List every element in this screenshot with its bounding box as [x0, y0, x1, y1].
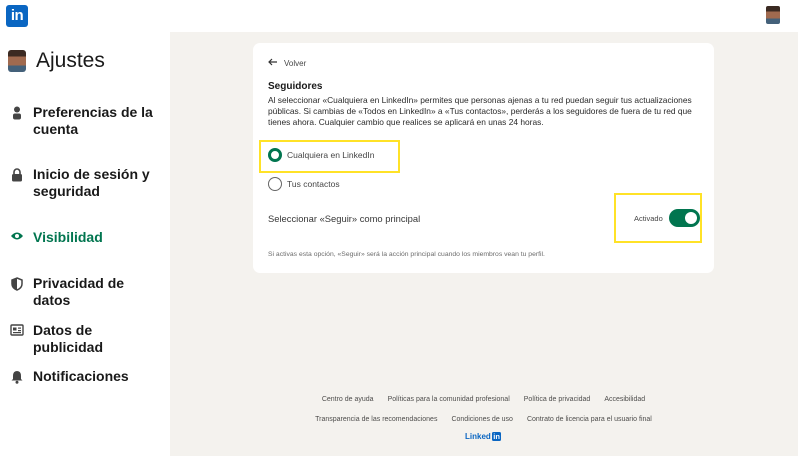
top-bar: in [0, 0, 798, 32]
sidebar-title: Ajustes [36, 49, 105, 72]
sidebar-item-visibility[interactable]: Visibilidad [0, 229, 170, 246]
sidebar-item-label: Datos de publicidad [33, 322, 103, 355]
footer-link-terms-of-use[interactable]: Condiciones de uso [451, 416, 513, 423]
highlight-box-option [259, 140, 400, 173]
footer-logo-word: Linked [465, 432, 491, 441]
sidebar-item-sign-in-security[interactable]: Inicio de sesión y seguridad [0, 166, 170, 200]
footer-links-row-1: Centro de ayuda Políticas para la comuni… [253, 396, 714, 403]
sidebar-item-account-preferences[interactable]: Preferencias de la cuenta [0, 104, 170, 138]
sidebar-item-label: Visibilidad [33, 229, 103, 245]
arrow-left-icon [268, 58, 278, 68]
footer-link-accessibility[interactable]: Accesibilidad [604, 396, 645, 403]
sidebar-item-label: Notificaciones [33, 368, 129, 384]
footer-link-recommendation-transparency[interactable]: Transparencia de las recomendaciones [315, 416, 437, 423]
sidebar-item-label: Inicio de sesión y seguridad [33, 166, 150, 199]
option-your-connections[interactable]: Tus contactos [268, 177, 340, 191]
sidebar-avatar [8, 50, 26, 72]
sidebar-item-advertising-data[interactable]: Datos de publicidad [0, 322, 170, 356]
footer-links-row-2: Transparencia de las recomendaciones Con… [253, 416, 714, 423]
footer-linkedin-logo[interactable]: Linked in [465, 432, 502, 441]
linkedin-logo-icon[interactable]: in [6, 5, 28, 27]
sidebar-item-label: Preferencias de la cuenta [33, 104, 153, 137]
back-button[interactable]: Volver [268, 58, 306, 68]
footer-link-eula[interactable]: Contrato de licencia para el usuario fin… [527, 416, 652, 423]
option-label: Tus contactos [287, 179, 340, 189]
footer-link-community-policies[interactable]: Políticas para la comunidad profesional [388, 396, 510, 403]
newspaper-icon [0, 322, 33, 336]
lock-icon [0, 166, 33, 182]
footer-logo-in: in [491, 432, 502, 441]
sidebar-header: Ajustes [8, 49, 105, 73]
profile-avatar[interactable] [766, 6, 780, 24]
section-heading: Seguidores [268, 81, 323, 92]
footer-link-help-center[interactable]: Centro de ayuda [322, 396, 374, 403]
sidebar-item-label: Privacidad de datos [33, 275, 125, 308]
highlight-box-toggle [614, 193, 702, 243]
section-description: Al seleccionar «Cualquiera en LinkedIn» … [268, 95, 692, 127]
sidebar-item-data-privacy[interactable]: Privacidad de datos [0, 275, 170, 309]
sidebar-item-notifications[interactable]: Notificaciones [0, 368, 170, 385]
shield-icon [0, 275, 33, 291]
radio-button[interactable] [268, 177, 282, 191]
settings-sidebar: Ajustes Preferencias de la cuenta Inicio… [0, 32, 170, 456]
follow-primary-note: Si activas esta opción, «Seguir» será la… [268, 251, 545, 258]
person-icon [0, 104, 33, 120]
bell-icon [0, 368, 33, 384]
eye-icon [0, 229, 33, 241]
back-label: Volver [284, 58, 307, 68]
footer-link-privacy-policy[interactable]: Política de privacidad [524, 396, 591, 403]
follow-primary-label: Seleccionar «Seguir» como principal [268, 213, 421, 224]
